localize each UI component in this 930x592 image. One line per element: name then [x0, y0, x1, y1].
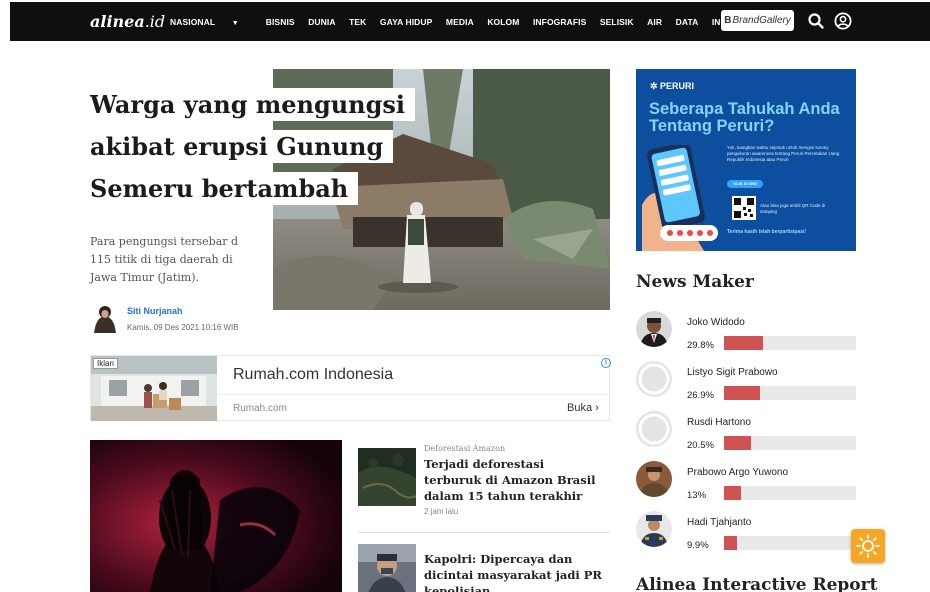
ad-tag: Iklan [93, 358, 118, 369]
logo-text: alinea [90, 12, 145, 31]
news-maker-percent: 26.9% [687, 390, 714, 401]
nav-item-tek[interactable]: TEK [349, 17, 366, 27]
hero-headline-line: Warga yang mengungsi [80, 84, 416, 126]
feature-photo[interactable] [90, 440, 342, 592]
logo-tld: .id [144, 12, 166, 31]
ad-open-button[interactable]: Buka › [567, 402, 599, 414]
story-kicker[interactable]: Deforestasi Amazon [424, 444, 505, 453]
news-maker-bar-fill [724, 436, 751, 450]
site-logo[interactable]: alinea.id [90, 12, 165, 31]
avatar[interactable] [636, 511, 672, 547]
news-maker-bar-fill [724, 386, 760, 400]
peruri-cta-button[interactable]: KLIK DI SINI [727, 180, 763, 188]
report-title: Alinea Interactive Report [636, 575, 878, 592]
peruri-logo-text: PERURI [660, 81, 695, 91]
nav-item-infografis[interactable]: INFOGRAFIS [533, 17, 586, 27]
avatar[interactable] [636, 461, 672, 497]
qr-code-icon [732, 196, 756, 220]
story-thumbnail[interactable] [358, 544, 416, 592]
story-time: 2 jam lalu [424, 507, 459, 516]
news-maker-percent: 9.9% [687, 540, 709, 551]
brand-gallery-button[interactable]: B BrandGallery [721, 10, 794, 31]
avatar[interactable] [636, 411, 672, 447]
story-title[interactable]: Terjadi deforestasi terburuk di Amazon B… [424, 456, 604, 504]
news-maker-bar-fill [724, 536, 737, 550]
ad-title[interactable]: Rumah.com Indonesia [233, 366, 393, 384]
news-maker-bar [724, 336, 856, 350]
ad-banner[interactable]: Iklan Rumah.com Indonesia Rumah.com Buka… [90, 355, 611, 421]
nav-item-dunia[interactable]: DUNIA [308, 17, 335, 27]
news-maker-name[interactable]: Listyo Sigit Prabowo [687, 367, 778, 378]
hero-headline-text: Warga yang mengungsi [80, 88, 416, 121]
news-maker-name[interactable]: Rusdi Hartono [687, 417, 751, 428]
nav-label: NASIONAL [170, 17, 216, 27]
nav-item-data[interactable]: DATA [676, 17, 699, 27]
news-maker-bar-fill [724, 486, 741, 500]
peruri-logo-icon: ✲ [650, 81, 661, 91]
theme-toggle-button[interactable] [851, 529, 885, 563]
peruri-logo: ✲ PERURI [650, 81, 694, 92]
news-maker-percent: 29.8% [687, 340, 714, 351]
nav-item-media[interactable]: MEDIA [446, 17, 474, 27]
news-maker-bar [724, 436, 856, 450]
main-menu: NASIONAL ▼ BISNIS DUNIA TEK GAYA HIDUP ME… [170, 17, 758, 27]
author-avatar[interactable] [92, 303, 118, 333]
nav-item-air[interactable]: AIR [647, 17, 662, 27]
news-maker-bar [724, 386, 856, 400]
hero-headline-line: Semeru bertambah [80, 168, 415, 210]
peruri-headline: Seberapa Tahukah Anda Tentang Peruri? [649, 100, 840, 135]
nav-item-gaya-hidup[interactable]: GAYA HIDUP [380, 17, 433, 27]
hero-summary: Para pengungsi tersebar d 115 titik di t… [90, 235, 239, 284]
story-divider [358, 532, 610, 533]
chevron-right-icon: › [595, 402, 599, 414]
news-maker-percent: 13% [687, 490, 707, 501]
publish-date: Kamis, 09 Des 2021 10:16 WIB [127, 323, 239, 332]
news-maker-bar [724, 486, 856, 500]
info-icon[interactable]: i [601, 358, 611, 368]
nav-item-bisnis[interactable]: BISNIS [266, 17, 295, 27]
news-maker-bar [724, 536, 856, 550]
avatar[interactable] [636, 311, 672, 347]
peruri-ad[interactable]: ✲ PERURI Seberapa Tahukah Anda Tentang P… [636, 69, 856, 251]
sun-icon [856, 534, 880, 558]
news-maker-name[interactable]: Joko Widodo [687, 317, 745, 328]
ad-open-label: Buka [567, 402, 593, 414]
avatar[interactable] [636, 361, 672, 397]
peruri-qr-text: Atau bisa juga ambil QR Code di samping [760, 203, 826, 214]
news-maker-name[interactable]: Hadi Tjahjanto [687, 517, 751, 528]
hero-headline-text: Semeru bertambah [80, 172, 359, 205]
news-maker-name[interactable]: Prabowo Argo Yuwono [687, 467, 788, 478]
top-nav: alinea.id NASIONAL ▼ BISNIS DUNIA TEK GAY… [10, 2, 930, 41]
chevron-down-icon: ▼ [231, 20, 239, 27]
nav-item-nasional[interactable]: NASIONAL ▼ [170, 17, 252, 27]
nav-item-selisik[interactable]: SELISIK [600, 17, 634, 27]
brand-gallery-label: BrandGallery [732, 15, 791, 26]
ad-url: Rumah.com [233, 403, 287, 414]
news-maker-title: News Maker [636, 272, 754, 292]
author-name[interactable]: Siti Nurjanah [127, 306, 183, 316]
brand-gallery-mark: B [724, 15, 732, 26]
user-icon[interactable] [834, 12, 852, 30]
story-title[interactable]: Kapolri: Dipercaya dan dicintai masyarak… [424, 551, 604, 592]
news-maker-percent: 20.5% [687, 440, 714, 451]
peruri-footer: Terima kasih telah berpartisipasi! [727, 229, 807, 235]
hero-headline-text: akibat erupsi Gunung [80, 130, 394, 163]
news-maker-bar-fill [724, 336, 763, 350]
nav-item-kolom[interactable]: KOLOM [487, 17, 519, 27]
feature-photo-art [90, 440, 342, 592]
peruri-body: Yuk, luangkan waktu sejenak untuk mengis… [727, 145, 840, 162]
hero-headline[interactable]: Warga yang mengungsi akibat erupsi Gunun… [80, 84, 416, 210]
search-icon[interactable] [807, 12, 825, 30]
hero-headline-line: akibat erupsi Gunung [80, 126, 415, 168]
phone-hand-illustration [642, 145, 718, 251]
story-thumbnail[interactable] [358, 448, 416, 506]
ad-divider [217, 394, 610, 395]
